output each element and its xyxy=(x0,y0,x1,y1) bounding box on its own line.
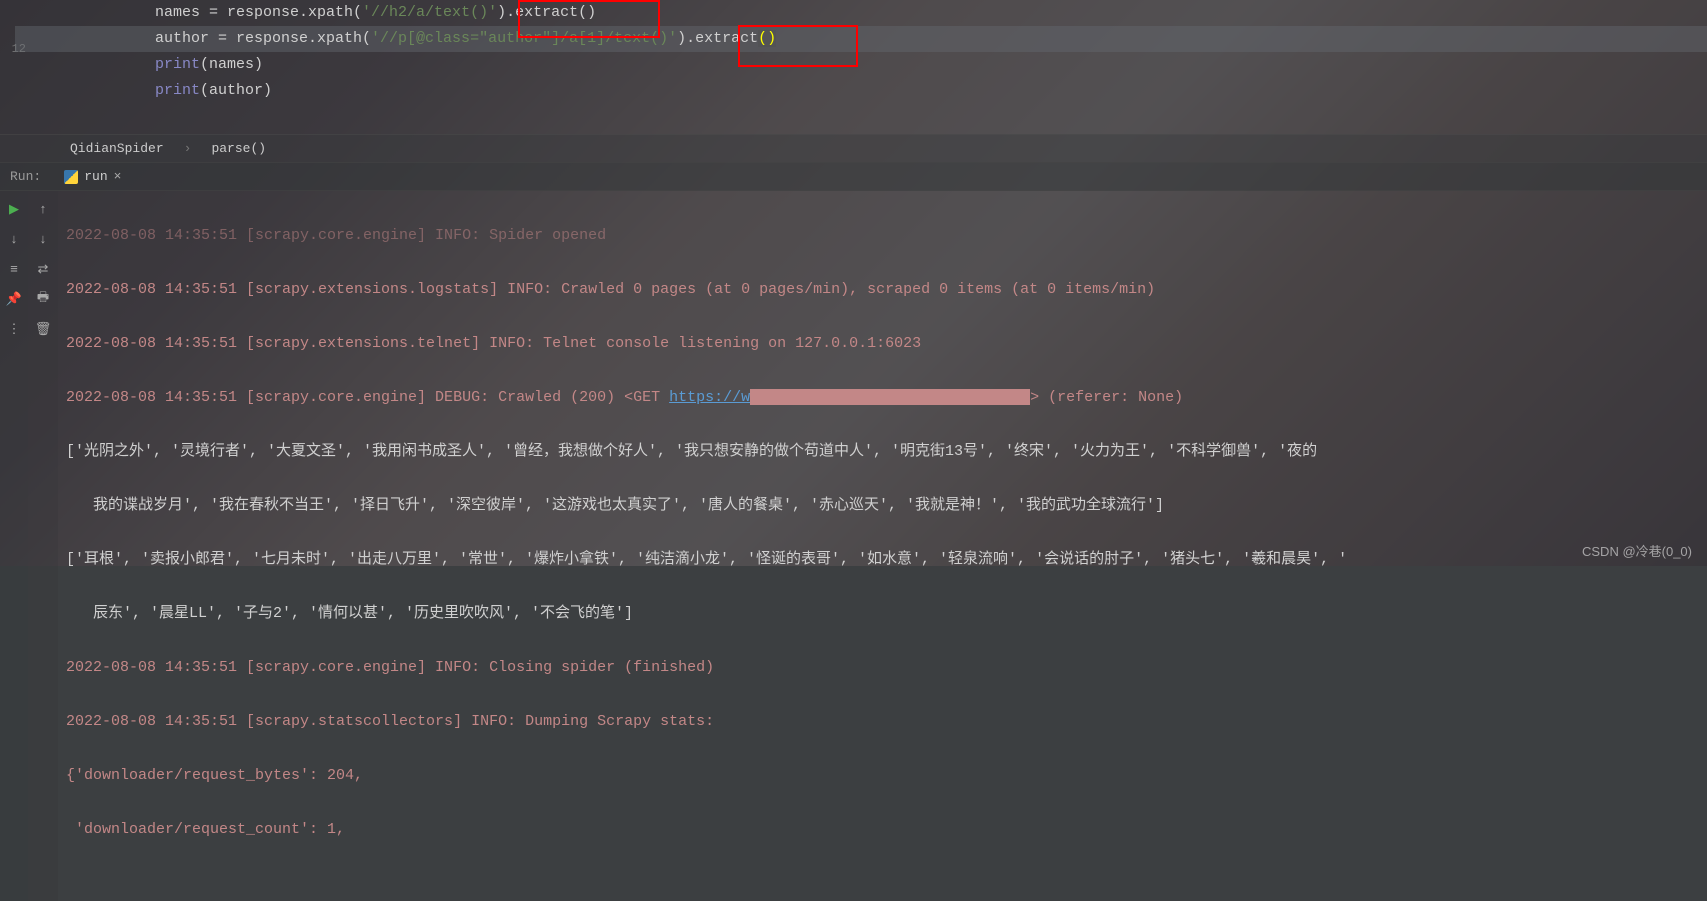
code-line-active[interactable]: author = response.xpath('//p[@class="aut… xyxy=(15,26,1707,52)
console-toolbar-left: ▶ ↓ ≡ 📌 ⋮ xyxy=(0,191,28,901)
log-line: {'downloader/request_bytes': 204, xyxy=(66,762,1699,789)
variable-name: names xyxy=(155,4,200,21)
redacted-url xyxy=(750,389,1030,405)
run-label: Run: xyxy=(10,169,41,184)
close-icon[interactable]: × xyxy=(114,169,122,184)
variable-name: author xyxy=(155,30,209,47)
output-author-list: 辰东', '晨星LL', '子与2', '情何以甚', '历史里吹吹风', '不… xyxy=(66,600,1699,627)
url-link[interactable]: https://w xyxy=(669,389,750,406)
print-icon[interactable]: 🖶 xyxy=(35,291,51,307)
output-author-list: ['耳根', '卖报小郎君', '七月未时', '出走八万里', '常世', '… xyxy=(66,546,1699,573)
soft-wrap-icon[interactable]: ⇄ xyxy=(35,261,51,277)
watermark: CSDN @冷巷(0_0) xyxy=(1582,541,1692,560)
step-icon[interactable]: ↓ xyxy=(6,231,22,247)
clear-icon[interactable]: 🗑 xyxy=(35,321,51,337)
output-names-list: 我的谍战岁月', '我在春秋不当王', '择日飞升', '深空彼岸', '这游戏… xyxy=(66,492,1699,519)
python-icon xyxy=(64,170,78,184)
code-line[interactable]: print(author) xyxy=(15,78,1707,104)
log-line: 2022-08-08 14:35:51 [scrapy.core.engine]… xyxy=(66,654,1699,681)
run-toolbar: Run: run × xyxy=(0,162,1707,191)
builtin-call: print xyxy=(155,82,200,99)
log-line: 2022-08-08 14:35:51 [scrapy.core.engine]… xyxy=(66,222,1699,249)
breadcrumb: QidianSpider › parse() xyxy=(0,134,1707,162)
string-literal: '//p[@class="author"]/a[1]/text()' xyxy=(371,30,677,47)
breadcrumb-item[interactable]: QidianSpider xyxy=(70,141,164,156)
string-literal: '//h2/a/text()' xyxy=(362,4,497,21)
code-editor[interactable]: 12 names = response.xpath('//h2/a/text()… xyxy=(0,0,1707,104)
console-output[interactable]: 2022-08-08 14:35:51 [scrapy.core.engine]… xyxy=(58,191,1707,901)
code-line[interactable]: names = response.xpath('//h2/a/text()').… xyxy=(15,0,1707,26)
scroll-up-icon[interactable]: ↑ xyxy=(35,201,51,217)
pin-icon[interactable]: 📌 xyxy=(6,291,22,307)
output-names-list: ['光阴之外', '灵境行者', '大夏文圣', '我用闲书成圣人', '曾经，… xyxy=(66,438,1699,465)
log-line: 2022-08-08 14:35:51 [scrapy.core.engine]… xyxy=(66,384,1699,411)
run-tab[interactable]: run × xyxy=(56,167,129,186)
log-line: 'downloader/request_count': 1, xyxy=(66,816,1699,843)
bracket-match: ( xyxy=(758,30,767,47)
builtin-call: print xyxy=(155,56,200,73)
console-toolbar-left2: ↑ ↓ ⇄ 🖶 🗑 xyxy=(28,191,58,901)
bracket-match: ) xyxy=(767,30,776,47)
stack-icon[interactable]: ≡ xyxy=(6,261,22,277)
log-line: 2022-08-08 14:35:51 [scrapy.extensions.t… xyxy=(66,330,1699,357)
run-tab-label: run xyxy=(84,169,107,184)
log-line: 2022-08-08 14:35:51 [scrapy.statscollect… xyxy=(66,708,1699,735)
code-line[interactable]: print(names) xyxy=(15,52,1707,78)
scroll-down-icon[interactable]: ↓ xyxy=(35,231,51,247)
log-line: 2022-08-08 14:35:51 [scrapy.extensions.l… xyxy=(66,276,1699,303)
more-icon[interactable]: ⋮ xyxy=(6,321,22,337)
breadcrumb-item[interactable]: parse() xyxy=(211,141,266,156)
run-icon[interactable]: ▶ xyxy=(6,201,22,217)
